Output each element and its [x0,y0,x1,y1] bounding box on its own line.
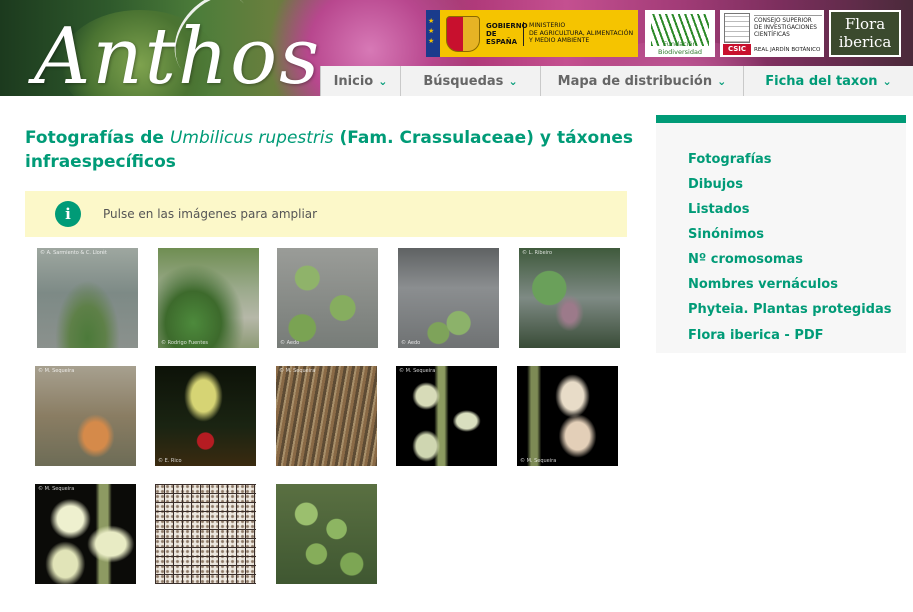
info-text: Pulse en las imágenes para ampliar [103,207,318,221]
nav-label: Ficha del taxon [765,74,878,89]
site-header: Anthos GOBIERNO DE ESPAÑA MINISTERIO DE … [0,0,913,96]
flora-iberica-logo[interactable]: Flora iberica [829,10,901,57]
title-prefix: Fotografías de [25,128,170,148]
photo-thumbnail-8[interactable]: © M. Sequeira [276,366,377,466]
fundacion-biodiversidad-logo[interactable]: Fundación Biodiversidad [645,10,715,57]
sidebar-link-dibujos[interactable]: Dibujos [688,177,743,192]
sidebar-link-nombres-vernaculos[interactable]: Nombres vernáculos [688,277,838,292]
photo-credit: © Aedo [280,340,300,346]
info-icon: i [55,201,81,227]
chevron-down-icon: ⌄ [378,75,388,88]
photo-thumbnail-2[interactable]: © Rodrigo Fuentes [158,248,259,348]
nav-busquedas[interactable]: Búsquedas ⌄ [400,66,540,96]
chevron-down-icon: ⌄ [717,75,727,88]
site-logo[interactable]: Anthos [34,18,321,96]
info-banner: i Pulse en las imágenes para ampliar [25,191,627,237]
fundacion-label: Fundación Biodiversidad [657,40,703,56]
rjb-label: REAL JARDÍN BOTÁNICO [754,47,821,53]
gobierno-espana-logo[interactable]: GOBIERNO DE ESPAÑA MINISTERIO DE AGRICUL… [426,10,638,57]
consejo-label: CONSEJO SUPERIOR DE INVESTIGACIONES CIEN… [754,15,822,39]
photo-thumbnail-1[interactable]: © A. Sarmiento & C. Llorét [37,248,138,348]
photo-thumbnail-4[interactable]: © Aedo [398,248,499,348]
photo-credit: © M. Sequeira [279,368,316,374]
chevron-down-icon: ⌄ [882,75,892,88]
nav-label: Inicio [333,74,374,89]
sidebar-link-fotografias[interactable]: Fotografías [688,152,772,167]
species-name: Umbilicus rupestris [169,128,334,148]
sidebar-link-listados[interactable]: Listados [688,202,749,217]
coat-of-arms-icon [446,15,480,52]
photo-credit: © L. Ribeiro [522,250,553,256]
photo-credit: © Rodrigo Fuentes [161,340,208,346]
sidebar-link-phyteia[interactable]: Phyteia. Plantas protegidas [688,302,892,317]
main-nav: Inicio ⌄ Búsquedas ⌄ Mapa de distribució… [320,66,913,96]
nav-label: Mapa de distribución [557,74,713,89]
photo-thumbnail-7[interactable]: © E. Rico [155,366,256,466]
photo-thumbnail-3[interactable]: © Aedo [277,248,378,348]
nav-label: Búsquedas [423,74,504,89]
photo-thumbnail-12[interactable] [155,484,256,584]
nav-inicio[interactable]: Inicio ⌄ [320,66,400,96]
photo-thumbnail-9[interactable]: © M. Sequeira [396,366,497,466]
csic-rjb-logo[interactable]: CSIC CONSEJO SUPERIOR DE INVESTIGACIONES… [720,10,824,57]
eu-flag-icon [426,10,440,57]
photo-thumbnail-6[interactable]: © M. Sequeira [35,366,136,466]
photo-credit: © M. Sequeira [38,486,75,492]
photo-thumbnail-11[interactable]: © M. Sequeira [35,484,136,584]
nav-ficha-taxon[interactable]: Ficha del taxon ⌄ [743,66,913,96]
photo-credit: © M. Sequeira [38,368,75,374]
photo-thumbnail-10[interactable]: © M. Sequeira [517,366,618,466]
gobierno-label: GOBIERNO DE ESPAÑA [486,21,528,46]
csic-label: CSIC [723,44,751,55]
csic-mark-icon [724,13,750,43]
sidebar-link-sinonimos[interactable]: Sinónimos [688,227,764,242]
flora-iberica-line1: Flora [844,15,886,33]
nav-mapa-distribucion[interactable]: Mapa de distribución ⌄ [540,66,743,96]
sidebar-link-flora-iberica-pdf[interactable]: Flora iberica - PDF [688,328,824,343]
photo-credit: © M. Sequeira [520,458,557,464]
ministerio-label: MINISTERIO DE AGRICULTURA, ALIMENTACIÓN … [529,22,634,45]
photo-credit: © E. Rico [158,458,182,464]
chevron-down-icon: ⌄ [508,75,518,88]
photo-credit: © A. Sarmiento & C. Llorét [40,250,107,256]
sidebar-menu: Fotografías Dibujos Listados Sinónimos N… [656,115,906,353]
photo-thumbnail-5[interactable]: © L. Ribeiro [519,248,620,348]
photo-thumbnail-13[interactable] [276,484,377,584]
page-title: Fotografías de Umbilicus rupestris (Fam.… [25,126,633,174]
flora-iberica-line2: iberica [838,33,892,51]
photo-credit: © M. Sequeira [399,368,436,374]
photo-credit: © Aedo [401,340,421,346]
sidebar-link-cromosomas[interactable]: Nº cromosomas [688,252,803,267]
